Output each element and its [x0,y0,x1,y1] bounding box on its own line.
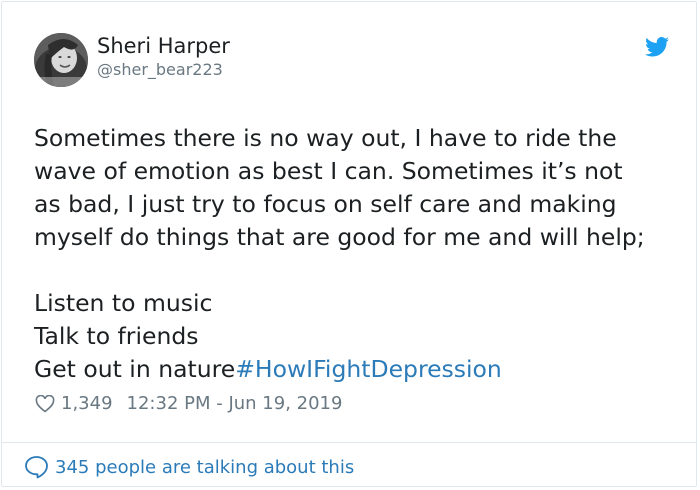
like-count[interactable]: 1,349 [61,391,113,417]
tweet-last-line-text: Get out in nature [34,355,236,383]
tweet-last-line: Get out in nature#HowIFightDepression [34,353,684,386]
speech-bubble-icon [25,456,48,479]
tweet-line: as bad, I just try to focus on self care… [34,190,617,218]
author-display-name[interactable]: Sheri Harper [97,33,230,59]
tweet-timestamp[interactable]: 12:32 PM - Jun 19, 2019 [127,391,343,417]
tweet-list-item: Listen to music [34,289,213,317]
talking-about-link[interactable]: 345 people are talking about this [24,453,354,481]
hashtag-link[interactable]: #HowIFightDepression [235,355,502,383]
twitter-bird-icon[interactable] [645,37,669,57]
tweet-meta: 1,349 12:32 PM - Jun 19, 2019 [35,391,342,417]
author-handle[interactable]: @sher_bear223 [97,60,223,80]
profile-photo [34,33,88,87]
tweet-line: wave of emotion as best I can. Sometimes… [34,157,623,185]
tweet-line: Sometimes there is no way out, I have to… [34,124,617,152]
tweet-line: myself do things that are good for me an… [34,223,645,251]
tweet-list-item: Talk to friends [34,322,199,350]
tweet-card: Sheri Harper @sher_bear223 Sometimes the… [1,1,697,487]
heart-outline-icon[interactable] [35,395,55,413]
talking-about-text[interactable]: 345 people are talking about this [55,457,354,478]
avatar[interactable] [34,33,88,87]
footer-divider [2,442,696,443]
tweet-text: Sometimes there is no way out, I have to… [34,122,684,386]
